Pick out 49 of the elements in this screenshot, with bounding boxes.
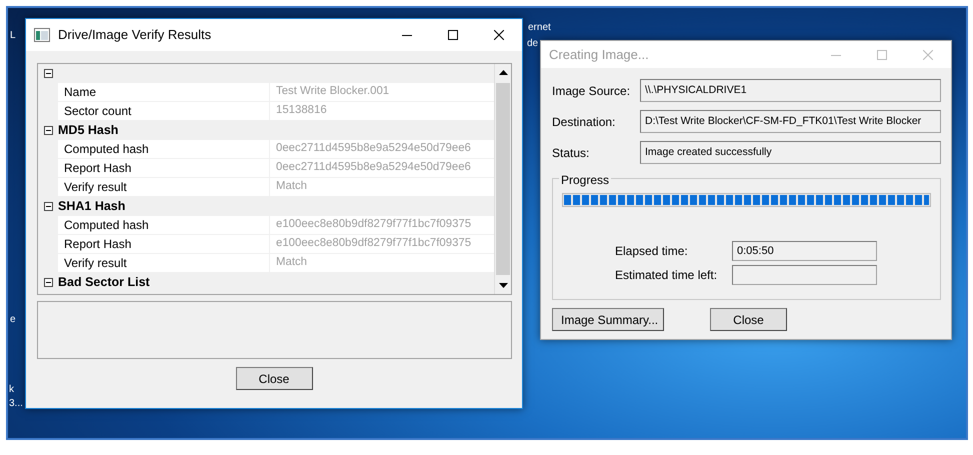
field-label: Elapsed time: bbox=[615, 243, 689, 260]
property-value: 15138816 bbox=[270, 102, 494, 121]
property-name: Report Hash bbox=[58, 235, 270, 254]
image-summary-button[interactable]: Image Summary... bbox=[552, 308, 664, 331]
scrollbar[interactable] bbox=[494, 64, 511, 294]
property-name: Report Hash bbox=[58, 159, 270, 178]
property-name: Verify result bbox=[58, 178, 270, 197]
desktop-icon-label[interactable]: de bbox=[527, 38, 538, 49]
property-value: e100eec8e80b9df8279f77f1bc7f09375 bbox=[270, 235, 494, 254]
read-only-field: \\.\PHYSICALDRIVE1 bbox=[640, 79, 941, 102]
collapse-icon[interactable] bbox=[44, 202, 52, 211]
app-window-icon bbox=[34, 28, 50, 42]
desktop-icon-label[interactable]: L bbox=[10, 30, 16, 41]
desktop-icon-label[interactable]: e bbox=[10, 314, 16, 325]
property-name: Sector count bbox=[58, 102, 270, 121]
group-heading: SHA1 Hash bbox=[58, 198, 126, 216]
property-value: e100eec8e80b9df8279f77f1bc7f09375 bbox=[270, 216, 494, 235]
read-only-field: D:\Test Write Blocker\CF-SM-FD_FTK01\Test Write Blocker bbox=[640, 110, 941, 133]
property-value: Match bbox=[270, 254, 494, 273]
group-heading: MD5 Hash bbox=[58, 122, 118, 140]
close-button[interactable]: Close bbox=[710, 308, 787, 331]
property-value: 0eec2711d4595b8e9a5294e50d79ee6 bbox=[270, 159, 494, 178]
property-name: Name bbox=[58, 83, 270, 102]
window-title: Creating Image... bbox=[549, 46, 650, 64]
read-only-field: Image created successfully bbox=[640, 141, 941, 164]
field-label: Image Source: bbox=[552, 82, 632, 100]
collapse-icon[interactable] bbox=[44, 69, 52, 78]
property-value: Test Write Blocker.001 bbox=[270, 83, 494, 102]
field-label: Status: bbox=[552, 144, 590, 162]
close-button[interactable]: Close bbox=[236, 367, 312, 390]
maximize-icon[interactable] bbox=[448, 30, 458, 40]
property-value: Match bbox=[270, 178, 494, 197]
close-icon[interactable] bbox=[494, 30, 504, 40]
scroll-down-icon[interactable] bbox=[498, 283, 508, 288]
property-name: Computed hash bbox=[58, 216, 270, 235]
field-label: Destination: bbox=[552, 114, 616, 130]
window-title: Drive/Image Verify Results bbox=[58, 26, 212, 44]
desktop-icon-label[interactable]: k bbox=[9, 384, 14, 395]
scroll-up-icon[interactable] bbox=[498, 70, 508, 75]
desktop-icon-label[interactable]: ernet bbox=[528, 22, 551, 33]
desktop-icon-label[interactable]: 3... bbox=[9, 398, 23, 409]
collapse-icon[interactable] bbox=[44, 126, 52, 135]
property-value: 0eec2711d4595b8e9a5294e50d79ee6 bbox=[270, 140, 494, 159]
property-name: Verify result bbox=[58, 254, 270, 273]
group-heading: Bad Sector List bbox=[58, 274, 150, 292]
field-label: Estimated time left: bbox=[615, 267, 718, 284]
collapse-icon[interactable] bbox=[44, 278, 52, 287]
time-field: 0:05:50 bbox=[732, 241, 877, 261]
property-name: Computed hash bbox=[58, 140, 270, 159]
